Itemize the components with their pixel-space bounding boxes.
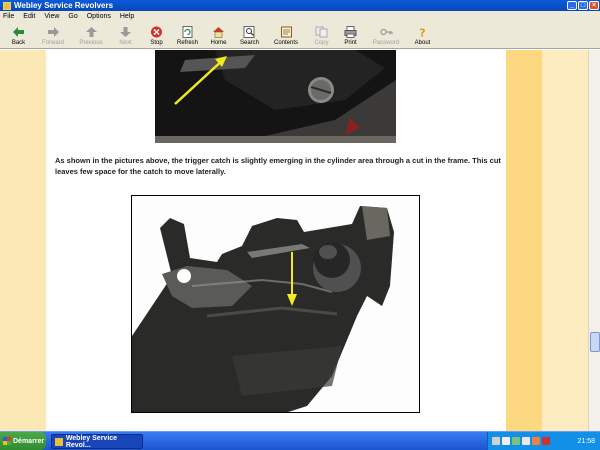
photo-trigger-catch-top [155, 50, 396, 143]
window-title: Webley Service Revolvers [14, 1, 114, 10]
antivirus-icon[interactable] [542, 437, 550, 445]
title-bar[interactable]: Webley Service Revolvers _ □ × [0, 0, 600, 11]
left-margin-stripe [0, 50, 46, 431]
home-button[interactable]: Home [203, 22, 234, 48]
network-icon[interactable] [502, 437, 510, 445]
menu-edit[interactable]: Edit [23, 13, 35, 20]
previous-arrow-icon [85, 26, 98, 38]
forward-button[interactable]: Forward [34, 22, 72, 48]
vertical-scrollbar[interactable] [588, 50, 600, 431]
caption-text: As shown in the pictures above, the trig… [55, 156, 501, 176]
contents-icon [280, 26, 293, 38]
taskbar-item-webley[interactable]: Webley Service Revol... [51, 434, 143, 449]
contents-button[interactable]: Contents [265, 22, 307, 48]
clock: 21:58 [577, 437, 595, 445]
refresh-icon [181, 26, 194, 38]
system-tray: 21:58 [487, 432, 600, 450]
photo-trigger-catch-side [131, 195, 420, 413]
next-button[interactable]: Next [110, 22, 141, 48]
refresh-button[interactable]: Refresh [172, 22, 203, 48]
next-arrow-icon [119, 26, 132, 38]
minimize-icon[interactable]: _ [567, 1, 577, 10]
svg-text:?: ? [419, 27, 425, 39]
menu-help[interactable]: Help [120, 13, 134, 20]
menu-go[interactable]: Go [68, 13, 77, 20]
about-icon: ? [416, 26, 429, 39]
menu-file[interactable]: File [3, 13, 14, 20]
back-button[interactable]: Back [3, 22, 34, 48]
keyboard-icon[interactable] [492, 437, 500, 445]
copy-button[interactable]: Copy [307, 22, 336, 48]
right-outer-stripe [542, 50, 588, 431]
volume-icon[interactable] [522, 437, 530, 445]
taskbar: Démarrer Webley Service Revol... 21:58 [0, 431, 600, 450]
stop-icon [150, 26, 163, 38]
forward-arrow-icon [47, 26, 60, 38]
close-icon[interactable]: × [589, 1, 599, 10]
back-arrow-icon [12, 26, 25, 38]
search-button[interactable]: Search [234, 22, 265, 48]
key-icon [379, 26, 393, 38]
update-icon[interactable] [532, 437, 540, 445]
menu-options[interactable]: Options [87, 13, 111, 20]
menu-bar: File Edit View Go Options Help [0, 11, 600, 22]
security-icon[interactable] [512, 437, 520, 445]
stop-button[interactable]: Stop [141, 22, 172, 48]
previous-button[interactable]: Previous [72, 22, 110, 48]
windows-flag-icon [3, 437, 11, 445]
about-button[interactable]: ? About [407, 22, 438, 48]
scrollbar-thumb[interactable] [590, 332, 600, 352]
menu-view[interactable]: View [44, 13, 59, 20]
maximize-icon[interactable]: □ [578, 1, 588, 10]
right-margin-stripe [506, 50, 542, 431]
print-button[interactable]: Print [336, 22, 365, 48]
start-button[interactable]: Démarrer [0, 432, 46, 450]
page-content: As shown in the pictures above, the trig… [0, 50, 600, 431]
app-icon [3, 1, 11, 10]
app-icon [55, 437, 63, 446]
print-icon [344, 26, 357, 38]
home-icon [212, 26, 225, 38]
search-icon [243, 26, 256, 38]
password-button[interactable]: Password [365, 22, 407, 48]
toolbar: Back Forward Previous Next Stop Refresh … [0, 22, 600, 49]
copy-icon [315, 26, 328, 38]
